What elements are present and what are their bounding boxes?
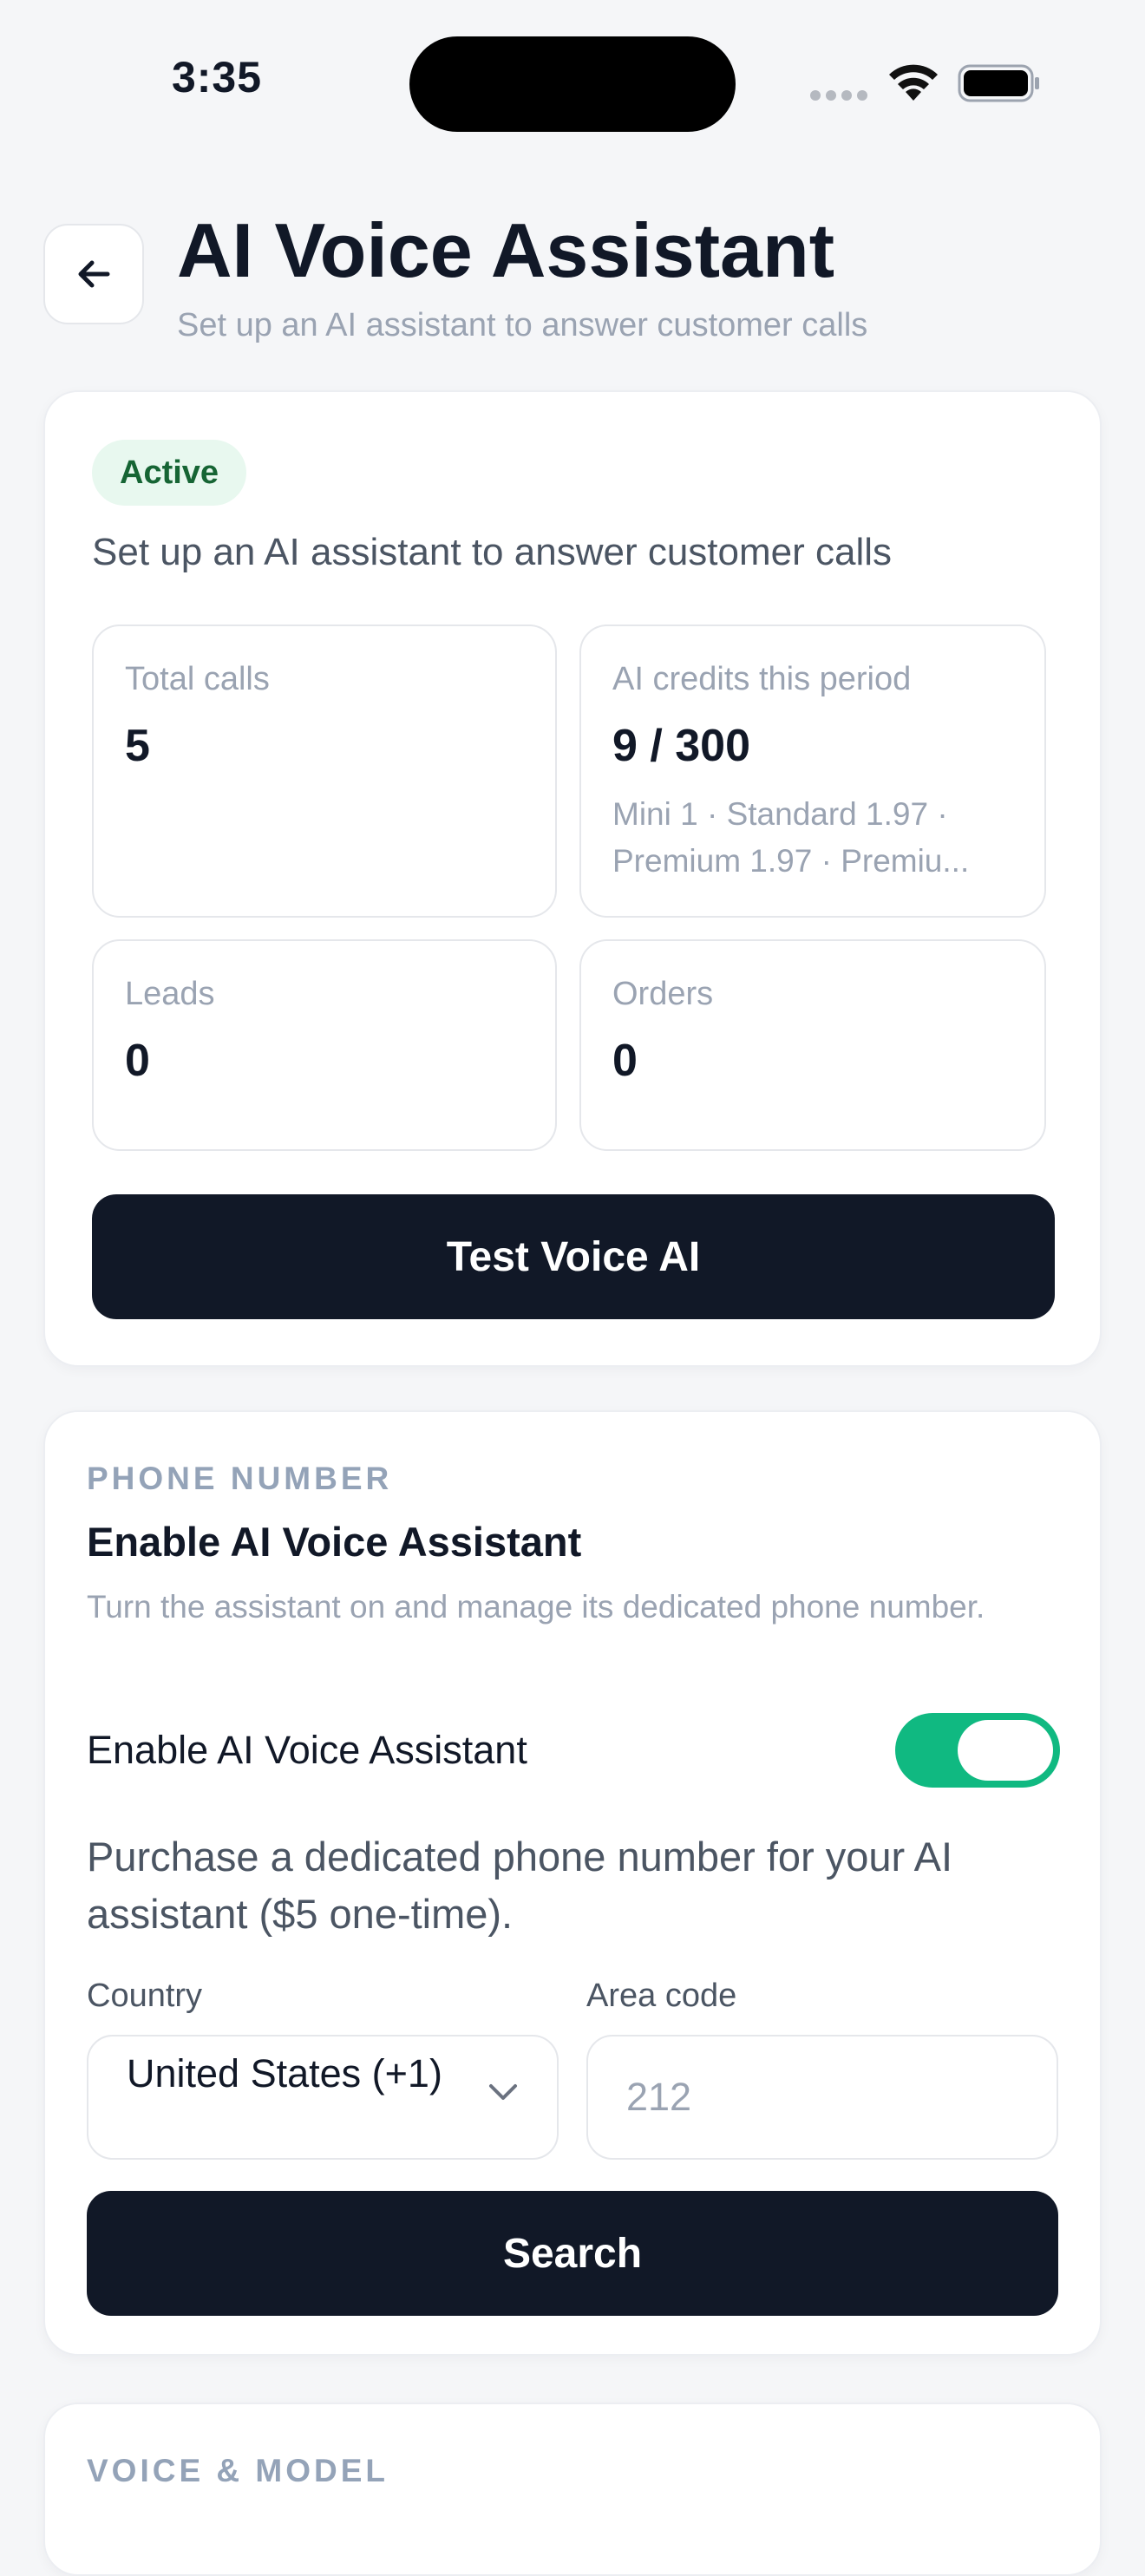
stat-value: 0 bbox=[612, 1036, 638, 1086]
chevron-down-icon bbox=[489, 2084, 517, 2100]
stat-value: 9 / 300 bbox=[612, 721, 751, 771]
enable-toggle-label: Enable AI Voice Assistant bbox=[87, 1728, 527, 1772]
status-badge: Active bbox=[92, 440, 247, 506]
stat-total-calls: Total calls 5 bbox=[92, 624, 557, 918]
voice-model-card bbox=[43, 2403, 1102, 2576]
page-title: AI Voice Assistant bbox=[177, 207, 835, 293]
country-select[interactable]: United States (+1) bbox=[87, 2035, 559, 2160]
stat-label: AI credits this period bbox=[612, 661, 912, 697]
search-button[interactable]: Search bbox=[87, 2191, 1058, 2316]
country-select-value: United States (+1) bbox=[127, 2051, 442, 2095]
status-time: 3:35 bbox=[171, 53, 263, 101]
arrow-left-icon bbox=[78, 260, 110, 288]
credit-breakdown: Mini 1 · Standard 1.97 · Premium 1.97 · … bbox=[612, 796, 970, 879]
back-button[interactable] bbox=[43, 224, 144, 324]
enable-assistant-toggle[interactable] bbox=[895, 1713, 1060, 1788]
section-label: VOICE & MODEL bbox=[87, 2453, 389, 2488]
stat-ai-credits: AI credits this period 9 / 300 Mini 1 · … bbox=[579, 624, 1046, 918]
section-title: Enable AI Voice Assistant bbox=[87, 1519, 582, 1565]
section-label: PHONE NUMBER bbox=[87, 1461, 393, 1496]
section-description: Turn the assistant on and manage its ded… bbox=[87, 1589, 985, 1625]
page-subtitle: Set up an AI assistant to answer custome… bbox=[177, 307, 868, 343]
stat-label: Orders bbox=[612, 976, 714, 1012]
toggle-knob bbox=[958, 1720, 1053, 1781]
overview-description: Set up an AI assistant to answer custome… bbox=[92, 531, 893, 573]
cellular-signal-icon bbox=[810, 90, 867, 101]
country-label: Country bbox=[87, 1978, 203, 2014]
test-voice-ai-button[interactable]: Test Voice AI bbox=[92, 1194, 1055, 1319]
stat-value: 5 bbox=[125, 721, 150, 771]
area-code-field[interactable] bbox=[586, 2035, 1058, 2160]
stat-leads: Leads 0 bbox=[92, 939, 557, 1151]
area-code-label: Area code bbox=[586, 1978, 737, 2014]
purchase-description: Purchase a dedicated phone number for yo… bbox=[87, 1834, 953, 1937]
stat-orders: Orders 0 bbox=[579, 939, 1046, 1151]
stat-label: Leads bbox=[125, 976, 215, 1012]
battery-icon bbox=[958, 64, 1039, 102]
area-code-input[interactable] bbox=[588, 2037, 1057, 2158]
wifi-icon bbox=[889, 64, 938, 101]
stat-value: 0 bbox=[125, 1036, 150, 1086]
stat-label: Total calls bbox=[125, 661, 270, 697]
dynamic-island bbox=[409, 36, 736, 132]
